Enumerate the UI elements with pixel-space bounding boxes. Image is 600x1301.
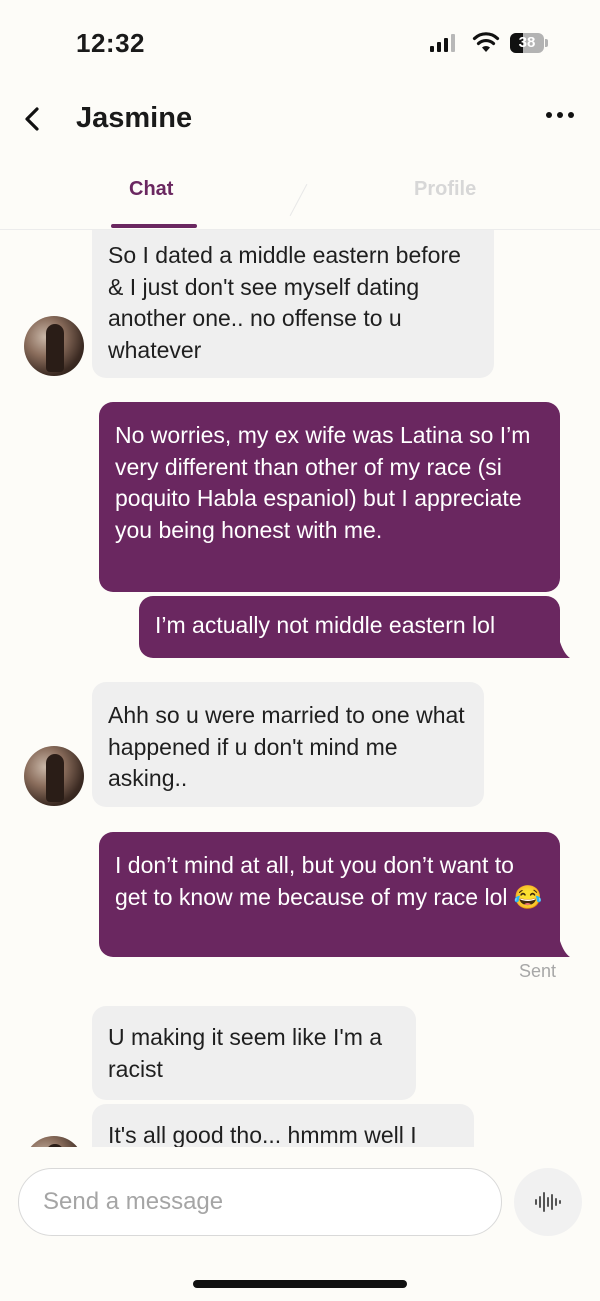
active-tab-indicator — [111, 224, 197, 228]
sent-message[interactable]: I don’t mind at all, but you don’t want … — [99, 832, 560, 957]
tab-divider — [289, 183, 308, 217]
contact-name[interactable]: Jasmine — [76, 102, 192, 135]
home-indicator[interactable] — [193, 1280, 407, 1288]
chat-tabs: Chat Profile — [0, 160, 600, 230]
tab-profile[interactable]: Profile — [414, 178, 476, 201]
audio-waveform-icon — [535, 1192, 561, 1212]
battery-icon: 38 — [510, 33, 548, 53]
composer-bar — [0, 1147, 600, 1257]
bubble-tail — [552, 941, 570, 957]
sent-message[interactable]: No worries, my ex wife was Latina so I’m… — [99, 402, 560, 592]
received-message[interactable]: It's all good tho... hmmm well I — [92, 1104, 474, 1147]
avatar[interactable] — [24, 316, 84, 376]
signal-icon — [430, 34, 455, 52]
chat-header: Jasmine — [0, 90, 600, 150]
received-message[interactable]: Ahh so u were married to one what happen… — [92, 682, 484, 807]
status-time: 12:32 — [76, 28, 145, 58]
status-bar: 12:32 38 — [0, 0, 600, 90]
avatar[interactable] — [24, 1136, 84, 1147]
voice-message-button[interactable] — [514, 1168, 582, 1236]
received-message[interactable]: So I dated a middle eastern before & I j… — [92, 230, 494, 378]
more-horizontal-icon[interactable] — [546, 112, 576, 122]
battery-level: 38 — [518, 34, 536, 51]
sent-message[interactable]: I’m actually not middle eastern lol — [139, 596, 560, 658]
received-message[interactable]: U making it seem like I'm a racist — [92, 1006, 416, 1100]
avatar[interactable] — [24, 746, 84, 806]
tab-chat[interactable]: Chat — [129, 178, 173, 201]
wifi-icon — [472, 32, 500, 52]
message-list[interactable]: So I dated a middle eastern before & I j… — [0, 230, 600, 1147]
bubble-tail — [552, 642, 570, 658]
chevron-left-icon[interactable] — [22, 106, 42, 132]
sent-status: Sent — [519, 961, 557, 981]
message-input[interactable] — [18, 1168, 502, 1236]
